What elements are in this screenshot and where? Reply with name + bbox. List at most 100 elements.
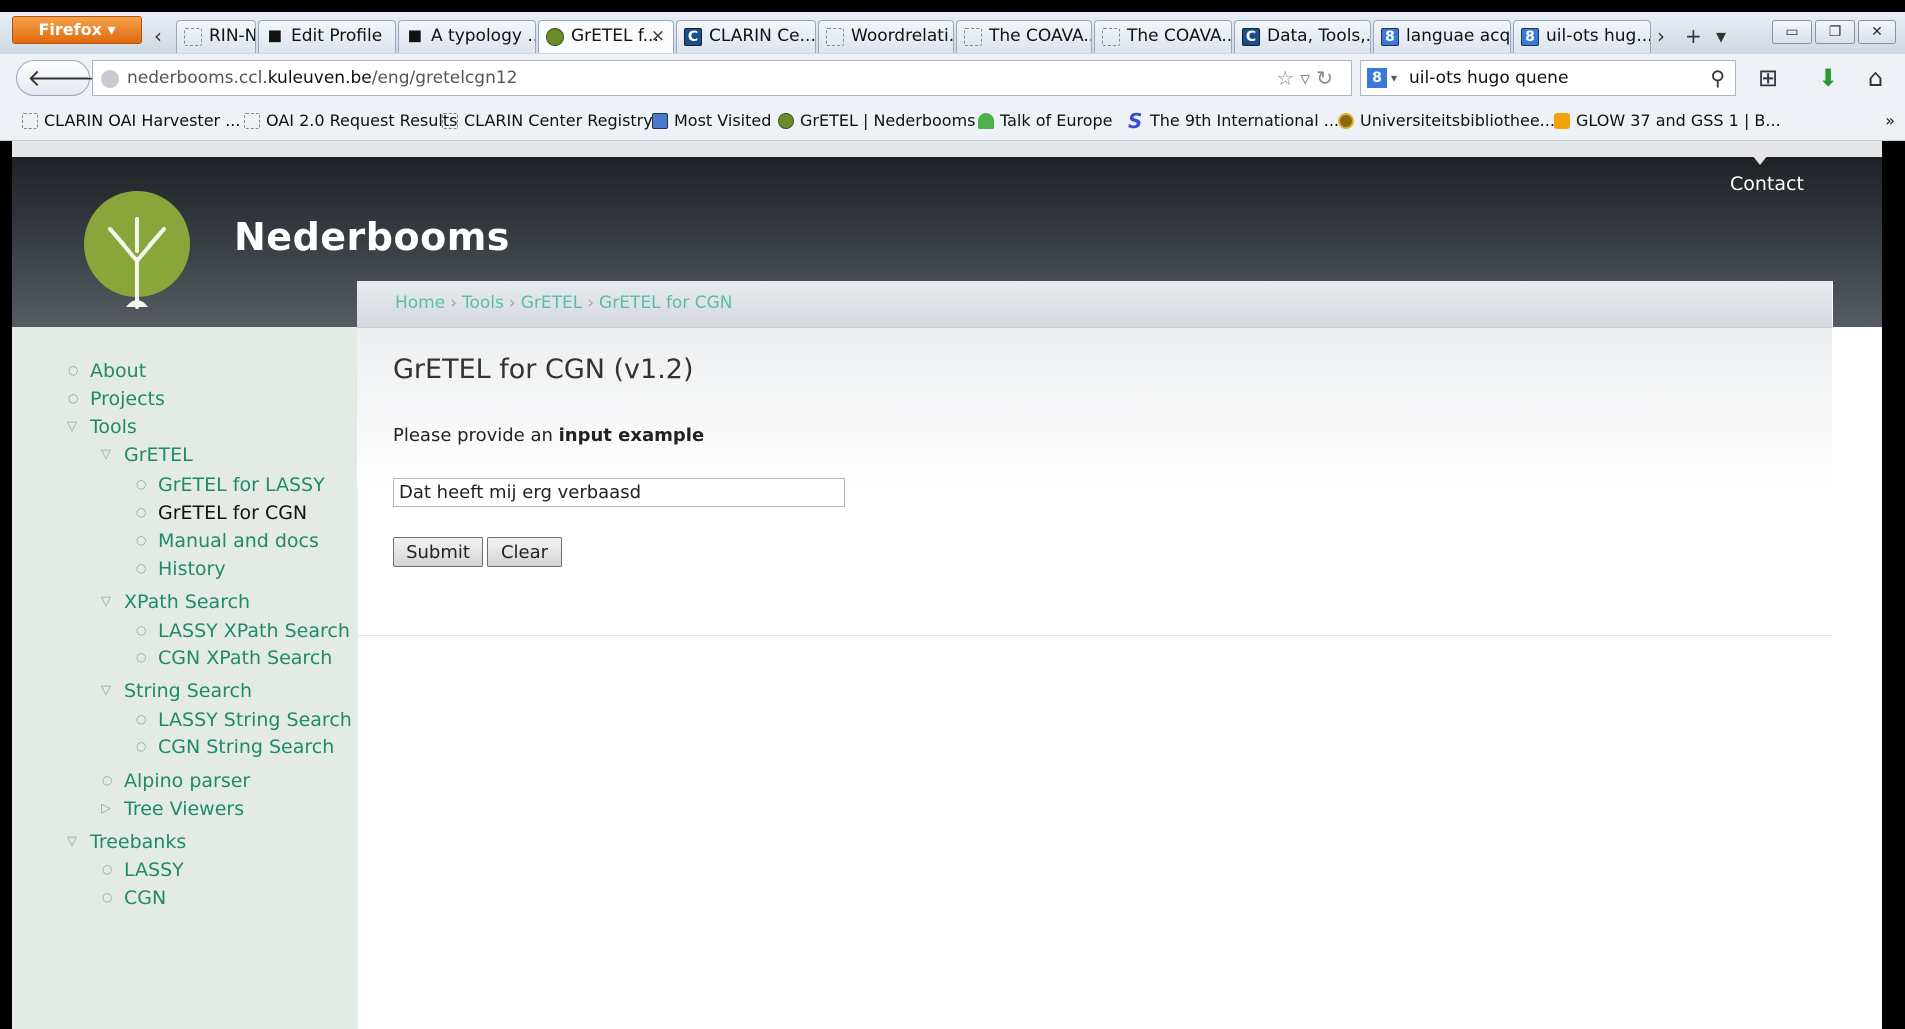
search-icon[interactable]: ⚲ xyxy=(1710,61,1725,95)
clarin-c-icon: C xyxy=(1242,28,1260,46)
close-tab-icon[interactable]: × xyxy=(651,21,665,52)
bookmark-label: OAI 2.0 Request Results xyxy=(266,111,458,130)
breadcrumb-gretel[interactable]: GrETEL xyxy=(521,293,583,313)
reload-icon[interactable]: ↻ xyxy=(1316,66,1339,90)
tab-title: Woordrelati... xyxy=(851,26,954,46)
bookmarks-toolbar: » CLARIN OAI Harvester ... OAI 2.0 Reques… xyxy=(0,104,1905,141)
sidebar-item-tree-viewers[interactable]: Tree Viewers xyxy=(124,798,244,820)
search-query[interactable]: uil-ots hugo quene xyxy=(1409,61,1568,95)
bookmark-item[interactable]: Talk of Europe xyxy=(976,104,1113,138)
bookmark-item[interactable]: S The 9th International ... xyxy=(1126,104,1339,138)
breadcrumb-tools[interactable]: Tools xyxy=(462,293,504,313)
tab-scroll-right-icon[interactable]: › xyxy=(1657,24,1665,48)
sidebar-item-lassy-string[interactable]: LASSY String Search xyxy=(158,709,352,731)
sidebar-item-gretel[interactable]: GrETEL xyxy=(124,444,193,466)
bookmark-label: GrETEL | Nederbooms xyxy=(800,111,976,130)
sidebar-item-gretel-lassy[interactable]: GrETEL for LASSY xyxy=(158,474,325,496)
tab-title: Data, Tools,... xyxy=(1267,26,1371,46)
expanded-triangle-icon[interactable]: ▽ xyxy=(67,834,77,849)
sidebar-item-lassy-xpath[interactable]: LASSY XPath Search xyxy=(158,620,350,642)
breadcrumb-home[interactable]: Home xyxy=(395,293,445,313)
restore-window-button[interactable]: ❐ xyxy=(1815,20,1855,44)
browser-tab[interactable]: 8 languae acq... xyxy=(1373,20,1511,53)
search-bar[interactable]: 8 ▾ uil-ots hugo quene ⚲ xyxy=(1360,60,1736,96)
sidebar-item-about[interactable]: About xyxy=(90,360,146,382)
sidebar-item-cgn[interactable]: CGN xyxy=(124,887,166,909)
expanded-triangle-icon[interactable]: ▽ xyxy=(101,594,111,609)
browser-tab[interactable]: RIN-NL ... xyxy=(176,20,256,53)
blank-bookmark-icon xyxy=(22,113,38,129)
sidebar-item-manual[interactable]: Manual and docs xyxy=(158,530,319,552)
bookmark-item[interactable]: GLOW 37 and GSS 1 | B... xyxy=(1552,104,1781,138)
collapsed-triangle-icon[interactable]: ▷ xyxy=(101,801,111,816)
url-bar[interactable]: nederbooms.ccl.kuleuven.be/eng/gretelcgn… xyxy=(92,60,1352,96)
browser-tab[interactable]: Woordrelati... xyxy=(818,20,954,53)
tab-title: The COAVA... xyxy=(989,26,1092,46)
contact-link[interactable]: Contact xyxy=(1730,173,1804,195)
browser-tab[interactable]: ◼ Edit Profile xyxy=(258,20,396,53)
close-window-button[interactable]: ✕ xyxy=(1858,20,1896,44)
blank-page-icon xyxy=(184,28,202,46)
page-title: GrETEL for CGN (v1.2) xyxy=(393,354,694,385)
tree-bookmark-icon xyxy=(778,113,794,129)
site-name[interactable]: Nederbooms xyxy=(234,215,510,259)
bullet-icon: ○ xyxy=(102,773,113,787)
blank-page-icon xyxy=(1102,28,1120,46)
sidebar-item-xpath-search[interactable]: XPath Search xyxy=(124,591,250,613)
bookmark-label: Most Visited xyxy=(674,111,772,130)
url-text[interactable]: nederbooms.ccl.kuleuven.be/eng/gretelcgn… xyxy=(127,61,517,95)
sidebar-item-cgn-string[interactable]: CGN String Search xyxy=(158,736,334,758)
sidebar-item-projects[interactable]: Projects xyxy=(90,388,165,410)
bookmark-star-icon[interactable]: ☆ xyxy=(1276,66,1300,90)
sidebar-item-tools[interactable]: Tools xyxy=(90,416,137,438)
home-icon[interactable]: ⌂ xyxy=(1868,64,1883,92)
breadcrumb-current[interactable]: GrETEL for CGN xyxy=(599,293,732,313)
new-tab-icon[interactable]: + xyxy=(1685,24,1702,48)
browser-tab[interactable]: GrETEL f... × xyxy=(538,20,674,53)
bookmark-item[interactable]: GrETEL | Nederbooms xyxy=(776,104,976,138)
browser-tab[interactable]: C CLARIN Ce... xyxy=(676,20,816,53)
bookmark-label: GLOW 37 and GSS 1 | B... xyxy=(1576,111,1781,130)
bookmarks-overflow-icon[interactable]: » xyxy=(1885,104,1895,138)
sidebar-item-lassy[interactable]: LASSY xyxy=(124,859,184,881)
tab-title: uil-ots hug... xyxy=(1546,26,1651,46)
clear-button[interactable]: Clear xyxy=(487,537,562,567)
bullet-icon: ○ xyxy=(136,650,147,664)
gold-bookmark-icon xyxy=(1338,113,1354,129)
engine-dropdown-icon[interactable]: ▾ xyxy=(1391,61,1397,95)
bullet-icon: ○ xyxy=(102,890,113,904)
sidebar-item-alpino[interactable]: Alpino parser xyxy=(124,770,250,792)
back-forward-buttons[interactable]: 🡐 🡒 xyxy=(16,60,115,96)
blank-page-icon xyxy=(826,28,844,46)
browser-tab[interactable]: The COAVA... xyxy=(1094,20,1232,53)
bookmark-item[interactable]: Universiteitsbibliothee... xyxy=(1336,104,1555,138)
sidebar-item-string-search[interactable]: String Search xyxy=(124,680,252,702)
browser-tab[interactable]: ◼ A typology ... xyxy=(398,20,536,53)
input-example-field[interactable] xyxy=(393,478,845,507)
browser-tab[interactable]: 8 uil-ots hug... xyxy=(1513,20,1651,53)
browser-tab[interactable]: C Data, Tools,... xyxy=(1234,20,1371,53)
bookmark-item[interactable]: CLARIN OAI Harvester ... xyxy=(20,104,240,138)
bookmark-item[interactable]: OAI 2.0 Request Results xyxy=(242,104,457,138)
content-divider xyxy=(357,635,1832,636)
bookmark-item[interactable]: Most Visited xyxy=(650,104,771,138)
minimize-window-button[interactable]: ▭ xyxy=(1772,20,1812,44)
list-all-tabs-icon[interactable]: ▾ xyxy=(1716,24,1726,48)
google-engine-icon[interactable]: 8 xyxy=(1367,68,1387,88)
tree-logo-icon[interactable] xyxy=(82,189,192,309)
expanded-triangle-icon[interactable]: ▽ xyxy=(101,447,111,462)
sidebar-item-treebanks[interactable]: Treebanks xyxy=(90,831,186,853)
download-arrow-icon[interactable]: ⬇ xyxy=(1818,64,1838,92)
submit-button[interactable]: Submit xyxy=(393,537,483,567)
bookmark-item[interactable]: CLARIN Center Registry xyxy=(440,104,653,138)
clarin-c-icon: C xyxy=(684,28,702,46)
sidebar-item-gretel-cgn[interactable]: GrETEL for CGN xyxy=(158,502,307,524)
expanded-triangle-icon[interactable]: ▽ xyxy=(101,683,111,698)
bookmarks-menu-icon[interactable]: ⊞ xyxy=(1758,64,1778,92)
browser-tab[interactable]: The COAVA... xyxy=(956,20,1092,53)
site-identity-icon[interactable] xyxy=(101,70,119,88)
history-dropdown-icon[interactable]: ▿ xyxy=(1300,66,1316,90)
sidebar-item-cgn-xpath[interactable]: CGN XPath Search xyxy=(158,647,332,669)
sidebar-item-history[interactable]: History xyxy=(158,558,226,580)
expanded-triangle-icon[interactable]: ▽ xyxy=(67,419,77,434)
